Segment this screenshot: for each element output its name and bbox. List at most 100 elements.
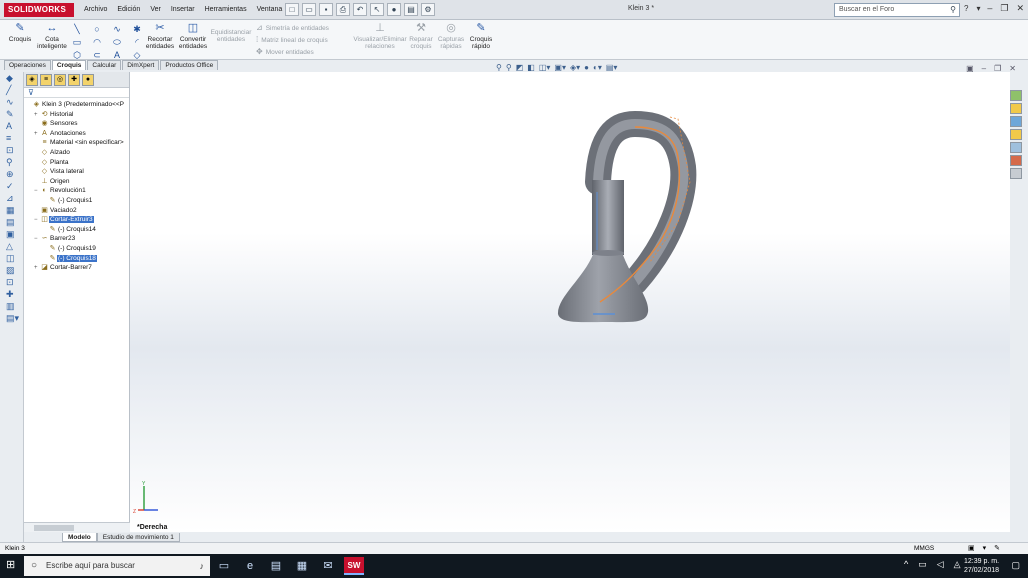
- tab-motion-study[interactable]: Estudio de movimiento 1: [96, 533, 180, 542]
- tree-item[interactable]: ✎ (-) Croquis19: [24, 244, 129, 254]
- move-entities-button[interactable]: ✥ Mover entidades: [256, 47, 314, 56]
- scene-icon[interactable]: ◐▾: [593, 63, 602, 72]
- minimize-icon[interactable]: –: [987, 3, 992, 14]
- close-icon[interactable]: ✕: [1016, 3, 1024, 14]
- spline-tool-icon[interactable]: ∿: [0, 96, 23, 108]
- tab-modelo[interactable]: Modelo: [62, 533, 97, 542]
- tree-item[interactable]: + ◪ Cortar-Barrer7: [24, 263, 129, 273]
- more-tools-icon[interactable]: ▤▾: [0, 312, 23, 324]
- tab-croquis[interactable]: Croquis: [51, 60, 87, 70]
- tree-item[interactable]: + A Anotaciones: [24, 129, 129, 139]
- arc-icon[interactable]: ◠: [90, 36, 104, 48]
- mirror-entities-button[interactable]: ⊿ Simetría de entidades: [256, 23, 329, 32]
- trim-entities-button[interactable]: ✂ Recortar entidades: [144, 22, 176, 50]
- dimxpert-tab-icon[interactable]: ✚: [68, 74, 80, 86]
- layer-icon[interactable]: ▤: [0, 216, 23, 228]
- fillet-icon[interactable]: ◜: [130, 36, 144, 48]
- tree-item[interactable]: − ◐ Revolución1: [24, 186, 129, 196]
- hide-show-icon[interactable]: ◈▾: [570, 63, 580, 72]
- forum-icon[interactable]: [1010, 168, 1022, 179]
- mail-icon[interactable]: ✉: [318, 557, 338, 575]
- tab-productos-office[interactable]: Productos Office: [160, 60, 219, 70]
- centerline-icon[interactable]: ╱: [0, 84, 23, 96]
- store-icon[interactable]: ▦: [292, 557, 312, 575]
- section-view-icon[interactable]: ◧: [527, 63, 535, 72]
- battery-icon[interactable]: ▭: [918, 559, 927, 570]
- file-explorer-icon[interactable]: [1010, 116, 1022, 127]
- view-settings-icon[interactable]: ▤▾: [606, 63, 618, 72]
- open-icon[interactable]: ▭: [302, 3, 316, 16]
- solidworks-taskbar-icon[interactable]: SW: [344, 557, 364, 575]
- property-manager-tab-icon[interactable]: ≡: [40, 74, 52, 86]
- tree-item[interactable]: ◇ Vista lateral: [24, 167, 129, 177]
- tree-horizontal-scrollbar[interactable]: [24, 522, 130, 532]
- display-relations-button[interactable]: ⊥ Visualizar/Eliminar relaciones: [352, 22, 408, 50]
- tab-operaciones[interactable]: Operaciones: [4, 60, 51, 70]
- tree-item[interactable]: ⊥ Origen: [24, 177, 129, 187]
- check-icon[interactable]: ✓: [0, 180, 23, 192]
- status-units[interactable]: MMGS: [914, 543, 934, 554]
- point-tool-icon[interactable]: ◆: [0, 72, 23, 84]
- snap-grid-icon[interactable]: ⊡: [0, 276, 23, 288]
- menu-archivo[interactable]: Archivo: [80, 4, 111, 15]
- point-icon[interactable]: ✱: [130, 23, 144, 35]
- network-icon[interactable]: ◬: [954, 559, 961, 570]
- volume-icon[interactable]: ◁: [937, 559, 944, 570]
- zoom-area-icon[interactable]: ⚲: [506, 63, 512, 72]
- rebuild-icon[interactable]: ●: [387, 3, 401, 16]
- scrollbar-thumb[interactable]: [34, 525, 74, 531]
- layout-icon[interactable]: ▥: [0, 300, 23, 312]
- menu-edicion[interactable]: Edición: [113, 4, 144, 15]
- zoom-tool-icon[interactable]: ⚲: [0, 156, 23, 168]
- doc-close-icon[interactable]: ✕: [1009, 64, 1016, 73]
- camera-icon[interactable]: ◫: [0, 252, 23, 264]
- tray-chevron-icon[interactable]: ^: [904, 559, 908, 570]
- tree-item[interactable]: ◇ Planta: [24, 158, 129, 168]
- select-icon[interactable]: ↖: [370, 3, 384, 16]
- file-explorer-taskbar-icon[interactable]: ▤: [266, 557, 286, 575]
- repair-sketch-button[interactable]: ⚒ Reparar croquis: [406, 22, 436, 50]
- line-icon[interactable]: ╲: [70, 23, 84, 35]
- resources-icon[interactable]: [1010, 90, 1022, 101]
- rectangle-icon[interactable]: ▭: [70, 36, 84, 48]
- custom-properties-icon[interactable]: [1010, 155, 1022, 166]
- zoom-fit-icon[interactable]: ⚲: [496, 63, 502, 72]
- appearance-icon[interactable]: ●: [584, 63, 589, 72]
- mirror-tool-icon[interactable]: ⊿: [0, 192, 23, 204]
- tree-item[interactable]: ✎ (-) Croquis14: [24, 225, 129, 235]
- tree-item[interactable]: − ∽ Barrer23: [24, 234, 129, 244]
- tree-item[interactable]: + ⟲ Historial: [24, 110, 129, 120]
- klein-bottle-model[interactable]: [557, 110, 697, 323]
- windows-start-icon[interactable]: ⊞: [6, 559, 18, 571]
- config-manager-tab-icon[interactable]: ◎: [54, 74, 66, 86]
- tree-item[interactable]: ✎ (-) Croquis1: [24, 196, 129, 206]
- search-icon[interactable]: ⚲: [950, 5, 956, 14]
- convert-entities-button[interactable]: ◫ Convertir entidades: [177, 22, 209, 50]
- notification-icon[interactable]: ▢: [1011, 560, 1020, 571]
- block-icon[interactable]: ▣: [0, 228, 23, 240]
- edge-icon[interactable]: e: [240, 557, 260, 575]
- smart-dimension-button[interactable]: ↔ Cota inteligente: [36, 22, 68, 50]
- text-tool-icon[interactable]: A: [0, 120, 23, 132]
- circle-icon[interactable]: ○: [90, 23, 104, 35]
- linear-pattern-button[interactable]: ⁞ Matriz lineal de croquis: [256, 35, 328, 44]
- offset-entities-button[interactable]: Equidistanciar entidades: [209, 29, 253, 43]
- offset-icon[interactable]: ⊡: [0, 144, 23, 156]
- measure-icon[interactable]: ⊕: [0, 168, 23, 180]
- warning-icon[interactable]: △: [0, 240, 23, 252]
- previous-view-icon[interactable]: ◩: [516, 63, 524, 72]
- units-dropdown-icon[interactable]: ▾: [983, 543, 987, 554]
- menu-insertar[interactable]: Insertar: [167, 4, 199, 15]
- new-icon[interactable]: □: [285, 3, 299, 16]
- tree-item[interactable]: ◈ Klein 3 (Predeterminado<<P: [24, 100, 129, 110]
- appearances-icon[interactable]: [1010, 142, 1022, 153]
- menu-ventana[interactable]: Ventana: [253, 4, 287, 15]
- tree-item[interactable]: ✎ (-) Croquis18: [24, 254, 129, 264]
- display-manager-tab-icon[interactable]: ●: [82, 74, 94, 86]
- view-orientation-icon[interactable]: ◫▾: [539, 63, 551, 72]
- sketch-edit-icon[interactable]: ✎: [0, 108, 23, 120]
- menu-herramientas[interactable]: Herramientas: [201, 4, 251, 15]
- spline-icon[interactable]: ∿: [110, 23, 124, 35]
- taskbar-search-input[interactable]: ○ Escribe aquí para buscar ♪: [24, 556, 210, 576]
- save-icon[interactable]: ▪: [319, 3, 333, 16]
